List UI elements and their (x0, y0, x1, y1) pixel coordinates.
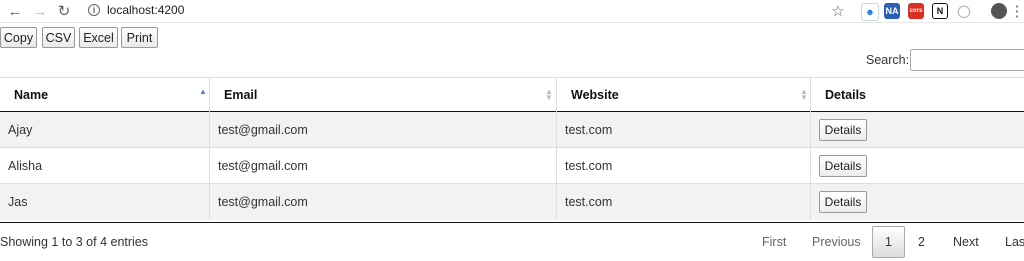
pagination-page-current[interactable]: 1 (872, 226, 905, 258)
column-header-details: Details (825, 78, 1015, 112)
cell-website: test.com (565, 195, 613, 209)
notion-extension-icon[interactable]: N (932, 3, 948, 19)
column-header-label: Details (825, 88, 866, 102)
table-info: Showing 1 to 3 of 4 entries (0, 235, 149, 249)
column-header-label: Website (571, 88, 619, 102)
pagination-previous[interactable]: Previous (812, 235, 861, 249)
column-divider (810, 184, 811, 220)
browser-toolbar: ← → ↻ i localhost:4200 ☆ ☻ NA cors N ◯ ⋮ (0, 0, 1024, 23)
pagination-next[interactable]: Next (953, 235, 979, 249)
shield-extension-icon[interactable]: ◯ (956, 3, 972, 19)
details-button[interactable]: Details (819, 119, 867, 141)
details-button[interactable]: Details (819, 155, 867, 177)
sort-asc-icon: ▲ (199, 87, 207, 96)
cell-email: test@gmail.com (218, 122, 308, 137)
column-header-label: Name (14, 88, 49, 102)
column-divider (810, 148, 811, 183)
address-bar[interactable]: localhost:4200 (107, 3, 184, 17)
translate-extension-icon[interactable]: NA (884, 3, 900, 19)
search-input[interactable] (910, 49, 1024, 71)
cell-website: test.com (565, 158, 613, 173)
menu-icon[interactable]: ⋮ (1010, 2, 1024, 20)
column-header-label: Email (224, 88, 258, 102)
pagination-first[interactable]: First (762, 235, 786, 249)
star-icon[interactable]: ☆ (829, 2, 847, 20)
pagination-page[interactable]: 2 (918, 235, 925, 249)
copy-button[interactable]: Copy (0, 27, 37, 48)
column-divider (209, 78, 210, 112)
column-divider (209, 184, 210, 220)
table-row: Ajay test@gmail.com test.com Details (0, 112, 1024, 148)
column-header-email[interactable]: Email (224, 78, 554, 112)
sort-icon: ▲ ▼ (800, 87, 808, 102)
table-bottom-border (0, 222, 1024, 223)
column-divider (810, 78, 811, 112)
cell-name: Jas (8, 195, 28, 209)
pagination-last[interactable]: Last (1005, 235, 1024, 249)
info-icon[interactable]: i (88, 4, 100, 16)
table-row: Alisha test@gmail.com test.com Details (0, 148, 1024, 184)
details-button[interactable]: Details (819, 191, 867, 213)
column-header-website[interactable]: Website (571, 78, 806, 112)
column-divider (556, 112, 557, 147)
column-divider (556, 184, 557, 220)
forward-icon[interactable]: → (31, 2, 49, 20)
print-button[interactable]: Print (121, 27, 158, 48)
cors-extension-icon[interactable]: cors (908, 3, 924, 19)
column-divider (810, 112, 811, 147)
back-icon[interactable]: ← (6, 2, 24, 20)
cell-name: Ajay (8, 122, 33, 137)
cell-email: test@gmail.com (218, 195, 308, 209)
reload-icon[interactable]: ↻ (55, 2, 73, 20)
excel-button[interactable]: Excel (79, 27, 118, 48)
column-header-name[interactable]: Name (14, 78, 209, 112)
search-label: Search: (866, 53, 910, 67)
cell-name: Alisha (8, 158, 43, 173)
column-divider (556, 148, 557, 183)
csv-button[interactable]: CSV (42, 27, 75, 48)
person-extension-icon[interactable]: ☻ (861, 3, 879, 21)
sort-icon: ▲ ▼ (545, 87, 553, 102)
column-divider (209, 112, 210, 147)
avatar[interactable] (991, 3, 1007, 19)
column-divider (209, 148, 210, 183)
table-row: Jas test@gmail.com test.com Details (0, 184, 1024, 220)
table-header: Name ▲ Email ▲ ▼ Website ▲ ▼ Details (0, 77, 1024, 112)
cell-website: test.com (565, 122, 613, 137)
cell-email: test@gmail.com (218, 158, 308, 173)
column-divider (556, 78, 557, 112)
